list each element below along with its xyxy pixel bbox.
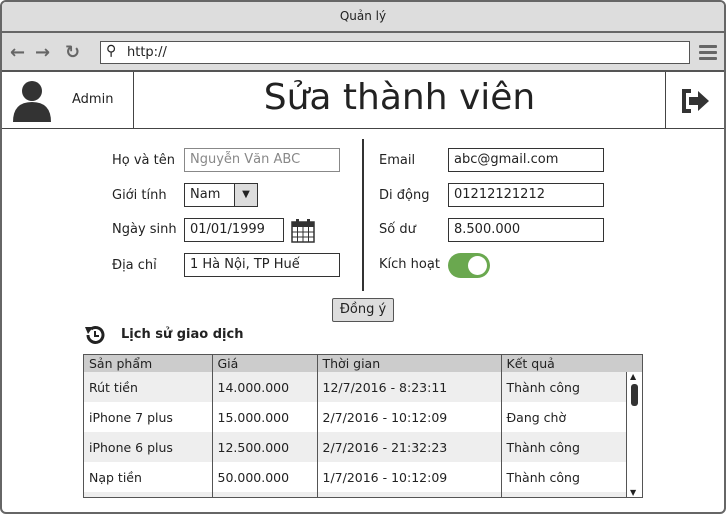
cell: 12.500.000: [211, 432, 317, 462]
table-row[interactable]: [84, 492, 642, 497]
history-icon: [85, 326, 105, 344]
cell: [211, 492, 317, 497]
column-header[interactable]: Sản phẩm: [84, 355, 212, 372]
cell: iPhone 6 plus: [84, 432, 212, 462]
cell: 15.000.000: [211, 402, 317, 432]
user-panel: Admin: [2, 72, 134, 129]
address-label: Địa chỉ: [112, 258, 157, 273]
cell: iPhone 7 plus: [89, 409, 173, 425]
cell: Thành công: [500, 462, 642, 492]
cell: 14.000.000: [211, 372, 317, 402]
admin-label: Admin: [72, 92, 114, 107]
cell: [316, 492, 501, 497]
dob-input[interactable]: 01/01/1999: [184, 218, 284, 242]
browser-window: Quản lý ← → ↻ ⚲ http:// Admin Sửa thành …: [0, 0, 726, 514]
gender-label: Giới tính: [112, 188, 167, 203]
history-title: Lịch sử giao dịch: [121, 327, 244, 342]
column-header[interactable]: Thời gian: [316, 355, 501, 372]
balance-input[interactable]: 8.500.000: [448, 218, 604, 242]
page-title: Sửa thành viên: [263, 77, 536, 118]
dob-label: Ngày sinh: [112, 222, 177, 237]
email-label: Email: [379, 153, 416, 168]
cell: Đang chờ: [500, 402, 642, 432]
active-label: Kích hoạt: [379, 257, 440, 272]
url-text: http://: [127, 45, 167, 60]
calendar-icon[interactable]: [291, 218, 315, 243]
cell: Nạp tiền: [89, 469, 142, 485]
cell: 50.000.000: [211, 462, 317, 492]
scroll-thumb[interactable]: [631, 384, 638, 406]
gender-value: Nam: [190, 187, 221, 202]
avatar-icon: [13, 81, 51, 122]
phone-label: Di động: [379, 188, 430, 203]
table-row[interactable]: iPhone 7 plus 15.000.000 2/7/2016 - 10:12:…: [84, 402, 642, 432]
balance-label: Số dư: [379, 222, 416, 237]
scroll-up-icon[interactable]: ▲: [630, 372, 636, 381]
back-icon[interactable]: ←: [10, 42, 25, 63]
cell: Thành công: [500, 372, 642, 402]
table-row[interactable]: Nạp tiền 50.000.000 1/7/2016 - 10:12:09 Thà…: [84, 462, 642, 492]
cell: 2/7/2016 - 10:12:09: [316, 402, 501, 432]
logout-icon: [682, 89, 709, 113]
cell: 12/7/2016 - 8:23:11: [316, 372, 501, 402]
cell: Rút tiền: [84, 372, 212, 402]
active-toggle[interactable]: [448, 253, 490, 278]
url-input[interactable]: ⚲ http://: [100, 41, 690, 64]
table-scrollbar[interactable]: ▲ ▼: [626, 372, 642, 497]
toggle-knob: [468, 256, 487, 275]
name-input[interactable]: Nguyễn Văn ABC: [184, 148, 340, 172]
submit-button[interactable]: Đồng ý: [332, 298, 394, 322]
menu-icon[interactable]: [699, 45, 717, 63]
phone-input[interactable]: 01212121212: [448, 183, 604, 207]
logout-button[interactable]: [665, 72, 724, 129]
browser-toolbar: ← → ↻ ⚲ http://: [2, 33, 724, 72]
cell: [500, 492, 642, 497]
name-label: Họ và tên: [112, 153, 175, 168]
chevron-down-icon[interactable]: ▼: [234, 184, 257, 206]
reload-icon[interactable]: ↻: [65, 42, 80, 63]
table-row[interactable]: Rút tiền 14.000.000 12/7/2016 - 8:23:11 Thà…: [84, 372, 642, 402]
table-row[interactable]: iPhone 6 plus 12.500.000 2/7/2016 - 21:32:…: [84, 432, 642, 462]
scroll-down-icon[interactable]: ▼: [630, 488, 636, 497]
history-table: Sản phẩm Giá Thời gian Kết quả Rút tiền 1…: [83, 354, 643, 498]
gender-select[interactable]: Nam ▼: [184, 183, 258, 207]
cell: 1/7/2016 - 10:12:09: [316, 462, 501, 492]
form-divider: [362, 139, 364, 291]
forward-icon[interactable]: →: [35, 42, 50, 63]
column-header[interactable]: Giá: [211, 355, 317, 372]
cell: 2/7/2016 - 21:32:23: [316, 432, 501, 462]
search-icon: ⚲: [106, 43, 117, 59]
cell: Thành công: [500, 432, 642, 462]
address-input[interactable]: 1 Hà Nội, TP Huế: [184, 253, 340, 277]
cell: [84, 492, 212, 497]
column-header[interactable]: Kết quả: [500, 355, 642, 372]
header-divider: [2, 128, 724, 129]
email-input[interactable]: abc@gmail.com: [448, 148, 604, 172]
window-title: Quản lý: [2, 2, 724, 33]
